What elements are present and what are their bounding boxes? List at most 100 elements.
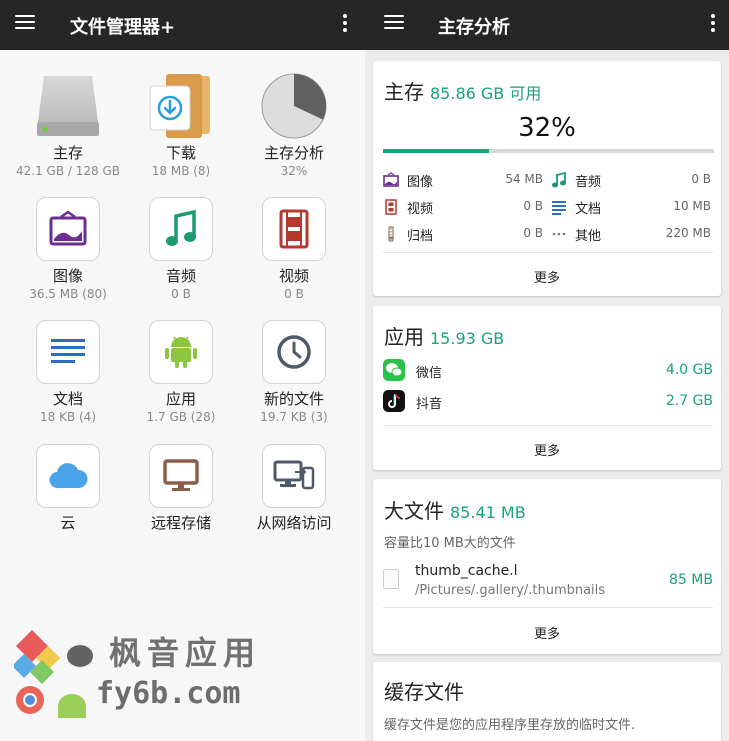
category-other[interactable]: 其他 220 MB [551,224,711,244]
storage-available: 85.86 GB 可用 [430,84,542,103]
ellipsis-icon [552,232,566,236]
film-strip-icon [262,197,326,261]
category-label: 其他 [575,229,602,244]
tile-main-storage[interactable]: 主存 42.1 GB / 128 GB [13,72,123,179]
cache-card: 缓存文件 缓存文件是您的应用程序里存放的临时文件. [373,662,721,741]
tiktok-icon [383,390,405,412]
app-item-douyin[interactable]: 抖音 2.7 GB [383,389,713,415]
tile-cloud[interactable]: 云 [13,444,123,532]
tile-label: 应用 [165,390,196,408]
category-audio[interactable]: 音频 0 B [551,170,711,190]
tile-sublabel: 42.1 GB / 128 GB [16,164,120,178]
category-archives[interactable]: 归档 0 B [383,224,543,244]
file-size: 85 MB [669,572,713,588]
app-size: 4.0 GB [665,362,713,378]
app-item-wechat[interactable]: 微信 4.0 GB [383,358,713,384]
tile-sublabel: 1.7 GB (28) [146,410,216,424]
tile-remote-storage[interactable]: 远程存储 [126,444,236,532]
tile-sublabel: 0 B [284,287,304,301]
tile-label: 从网络访问 [256,514,332,532]
image-icon [383,172,399,187]
storage-analysis-screen: 主存分析 主存 85.86 GB 可用 32% 图像 54 MB 音频 0 B 视… [365,0,729,741]
category-size: 0 B [523,226,543,240]
divider [383,607,713,608]
tile-audio[interactable]: 音频 0 B [126,197,236,302]
storage-title: 主存 [384,80,424,104]
menu-icon[interactable] [384,15,404,29]
divider [383,252,713,253]
tile-label: 新的文件 [263,390,324,408]
file-icon [383,569,399,589]
watermark-brand-cn: 枫音应用 [109,634,262,672]
hard-drive-icon [36,72,100,138]
more-options-icon[interactable] [711,14,715,34]
tile-label: 远程存储 [150,514,211,532]
download-folder-icon [146,72,216,142]
file-path: /Pictures/.gallery/.thumbnails [415,583,606,598]
category-images[interactable]: 图像 54 MB [383,170,543,190]
apps-card: 应用 15.93 GB 微信 4.0 GB 抖音 2.7 GB 更多 [373,306,721,470]
tile-sublabel: 19.7 KB (3) [260,410,328,424]
tile-network-access[interactable]: 从网络访问 [239,444,349,532]
category-label: 图像 [407,175,434,190]
cloud-icon [36,444,100,508]
menu-icon[interactable] [15,15,35,29]
tile-sublabel: 36.5 MB (80) [29,287,107,301]
divider [383,425,713,426]
wechat-icon [383,359,405,381]
category-label: 音频 [575,175,602,190]
apps-more-button[interactable]: 更多 [373,440,721,459]
more-options-icon[interactable] [343,14,347,34]
tile-label: 云 [60,514,76,532]
category-size: 10 MB [673,199,711,213]
tile-images[interactable]: 图像 36.5 MB (80) [13,197,123,302]
android-icon [149,320,213,384]
clock-icon [262,320,326,384]
watermark-brand-en: fy6b.com [96,676,241,711]
monitor-icon [149,444,213,508]
cache-description: 缓存文件是您的应用程序里存放的临时文件. [384,718,636,733]
large-files-more-button[interactable]: 更多 [373,623,721,642]
file-name: thumb_cache.l [415,563,518,579]
document-lines-icon [36,320,100,384]
category-documents[interactable]: 文档 10 MB [551,197,711,217]
apps-title: 应用 [384,325,424,349]
music-note-icon [149,197,213,261]
category-size: 0 B [691,172,711,186]
category-label: 归档 [407,229,434,244]
tile-documents[interactable]: 文档 18 KB (4) [13,320,123,425]
app-label: 抖音 [416,397,443,412]
large-files-card: 大文件 85.41 MB 容量比10 MB大的文件 thumb_cache.l /… [373,479,721,654]
document-lines-icon [552,201,566,215]
image-icon [36,197,100,261]
apps-card-title: 应用 15.93 GB [384,321,504,350]
large-files-description: 容量比10 MB大的文件 [384,536,516,551]
app-title: 文件管理器+ [70,17,176,38]
tile-recent-files[interactable]: 新的文件 19.7 KB (3) [239,320,349,425]
storage-card-title: 主存 85.86 GB 可用 [384,76,541,105]
tile-downloads[interactable]: 下载 18 MB (8) [126,72,236,179]
storage-more-button[interactable]: 更多 [373,267,721,286]
tile-sublabel: 32% [280,164,308,178]
zip-archive-icon [388,226,394,242]
storage-progress-bar [383,149,714,153]
category-size: 220 MB [665,226,711,240]
tile-sublabel: 0 B [171,287,191,301]
large-files-total: 85.41 MB [450,503,526,522]
tile-label: 文档 [52,390,83,408]
storage-percent: 32% [518,113,576,143]
music-note-icon [552,172,566,188]
tile-video[interactable]: 视频 0 B [239,197,349,302]
tile-label: 主存分析 [263,144,324,162]
app-size: 2.7 GB [665,393,713,409]
tile-apps[interactable]: 应用 1.7 GB (28) [126,320,236,425]
category-video[interactable]: 视频 0 B [383,197,543,217]
file-manager-home: 文件管理器+ 主存 42.1 GB / 128 GB 下载 18 MB (8) … [0,0,365,741]
large-file-item[interactable]: thumb_cache.l /Pictures/.gallery/.thumbn… [383,563,713,603]
tile-label: 视频 [278,267,309,285]
pie-chart-icon [260,72,328,140]
apps-total: 15.93 GB [430,329,505,348]
category-size: 54 MB [505,172,543,186]
watermark: 枫音应用 fy6b.com [14,626,264,722]
tile-storage-analysis[interactable]: 主存分析 32% [239,72,349,179]
